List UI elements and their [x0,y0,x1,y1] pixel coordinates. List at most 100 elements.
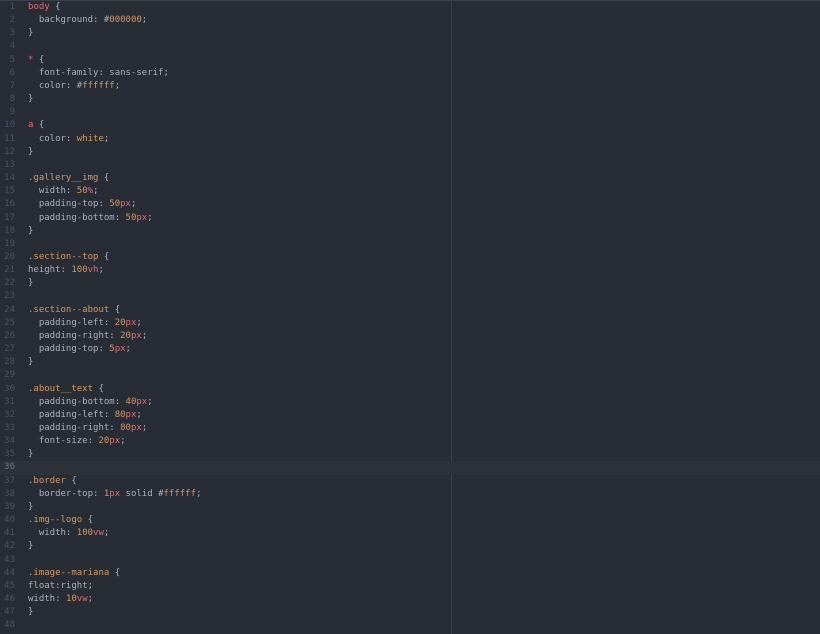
line-number: 34 [4,436,15,447]
code-token: px [109,488,121,499]
line-code: padding-right: 80px; [28,422,147,435]
line-code: * { [28,54,44,67]
code-line[interactable]: 3} [0,27,820,40]
line-code: } [28,606,33,619]
code-line[interactable]: 34 font-size: 20px; [0,435,820,448]
line-code: color: white; [28,133,109,146]
code-line[interactable]: 6 font-family: sans-serif; [0,67,820,80]
code-line[interactable]: 23 [0,290,820,303]
code-line[interactable]: 5 * { [0,54,820,67]
code-line[interactable]: 2 background: #000000; [0,14,820,27]
line-number: 8 [9,94,15,105]
code-token: px [114,344,126,355]
line-code: .img--logo { [28,514,93,527]
code-editor[interactable]: 1 body {2 background: #000000; 3} 4 5 * {6 fo… [0,0,820,634]
code-line[interactable]: 36 [0,461,820,475]
code-line[interactable]: 21 height: 100vh; [0,264,820,277]
code-line[interactable]: 48 [0,619,820,632]
code-line[interactable]: 38 border-top: 1px solid #ffffff; [0,488,820,501]
code-token: { [33,120,45,131]
code-token: ; [147,212,153,223]
code-line[interactable]: 17 padding-bottom: 50px; [0,212,820,225]
code-line[interactable]: 10 a { [0,119,820,132]
code-token: ; [93,186,99,197]
line-number: 14 [4,173,15,184]
line-code: .section--top { [28,251,109,264]
code-line[interactable]: 30 .about__text { [0,383,820,396]
code-line[interactable]: 40 .img--logo { [0,514,820,527]
code-line[interactable]: 12} [0,146,820,159]
code-line[interactable]: 14 .gallery__img { [0,172,820,185]
code-token: ; [141,15,148,26]
code-line[interactable]: 43 [0,554,820,567]
line-number: 21 [4,265,15,276]
line-code: padding-bottom: 50px; [28,212,153,225]
line-code: } [28,540,33,553]
code-line[interactable]: 28} [0,356,820,369]
code-token: color: [28,80,77,91]
code-line[interactable]: 19 [0,238,820,251]
code-token: ; [125,344,131,355]
line-code: } [28,501,33,514]
code-line[interactable]: 26 padding-right: 20px; [0,330,820,343]
line-number: 4 [9,41,15,52]
code-line[interactable]: 15 width: 50%; [0,185,820,198]
code-token: ; [136,317,142,328]
line-code: font-family: sans-serif; [28,67,169,80]
code-line[interactable]: 25 padding-left: 20px; [0,317,820,330]
code-token: ; [120,436,126,447]
code-token: padding-left: [28,409,115,420]
line-number: 20 [4,251,15,262]
line-number: 16 [4,199,15,210]
code-line[interactable]: 29 [0,369,820,382]
code-line[interactable]: 35} [0,448,820,461]
code-line[interactable]: 31 padding-bottom: 40px; [0,396,820,409]
code-line[interactable]: 27 padding-top: 5px; [0,343,820,356]
line-number: 18 [4,225,15,236]
code-token: px [125,409,137,420]
code-line[interactable]: 1 body { [0,1,820,14]
code-token: sans-serif [109,67,164,78]
code-line[interactable]: 9 [0,106,820,119]
code-lines[interactable]: 1 body {2 background: #000000; 3} 4 5 * {6 fo… [0,1,820,633]
code-line[interactable]: 24 .section--about { [0,304,820,317]
line-code: } [28,93,33,106]
code-line[interactable]: 46 width: 10vw; [0,593,820,606]
code-line[interactable]: 4 [0,40,820,53]
code-token: px [136,212,148,223]
line-code: .image--mariana { [28,567,120,580]
code-line[interactable]: 37 .border { [0,475,820,488]
line-number: 39 [4,501,15,512]
code-line[interactable]: 18} [0,225,820,238]
line-number: 48 [4,620,15,631]
line-number: 42 [4,541,15,552]
code-token: vw [76,594,88,605]
line-code: width: 50%; [28,185,99,198]
code-token: .section--top [28,251,99,262]
line-number: 37 [4,475,15,486]
line-number: 2 [9,15,15,26]
code-line[interactable]: 39} [0,501,820,514]
code-line[interactable]: 44 .image--mariana { [0,567,820,580]
code-line[interactable]: 7 color: #ffffff; [0,80,820,93]
code-line[interactable]: 11 color: white; [0,133,820,146]
code-line[interactable]: 22} [0,277,820,290]
code-token: ; [114,80,121,91]
code-line[interactable]: 33 padding-right: 80px; [0,422,820,435]
code-line[interactable]: 41 width: 100vw; [0,527,820,540]
code-token: vh [87,265,99,276]
code-line[interactable]: 32 padding-left: 80px; [0,409,820,422]
code-token: } [28,225,34,236]
line-number: 22 [4,278,15,289]
code-line[interactable]: 45 float:right; [0,580,820,593]
code-line[interactable]: 13 [0,159,820,172]
code-line[interactable]: 8} [0,93,820,106]
code-line[interactable]: 47} [0,606,820,619]
code-token: ; [147,396,153,407]
code-line[interactable]: 20 .section--top { [0,251,820,264]
code-token: 20 [120,330,131,341]
code-line[interactable]: 16 padding-top: 50px; [0,198,820,211]
code-token: 50 [125,212,137,223]
line-code: height: 100vh; [28,264,104,277]
code-line[interactable]: 42} [0,540,820,553]
